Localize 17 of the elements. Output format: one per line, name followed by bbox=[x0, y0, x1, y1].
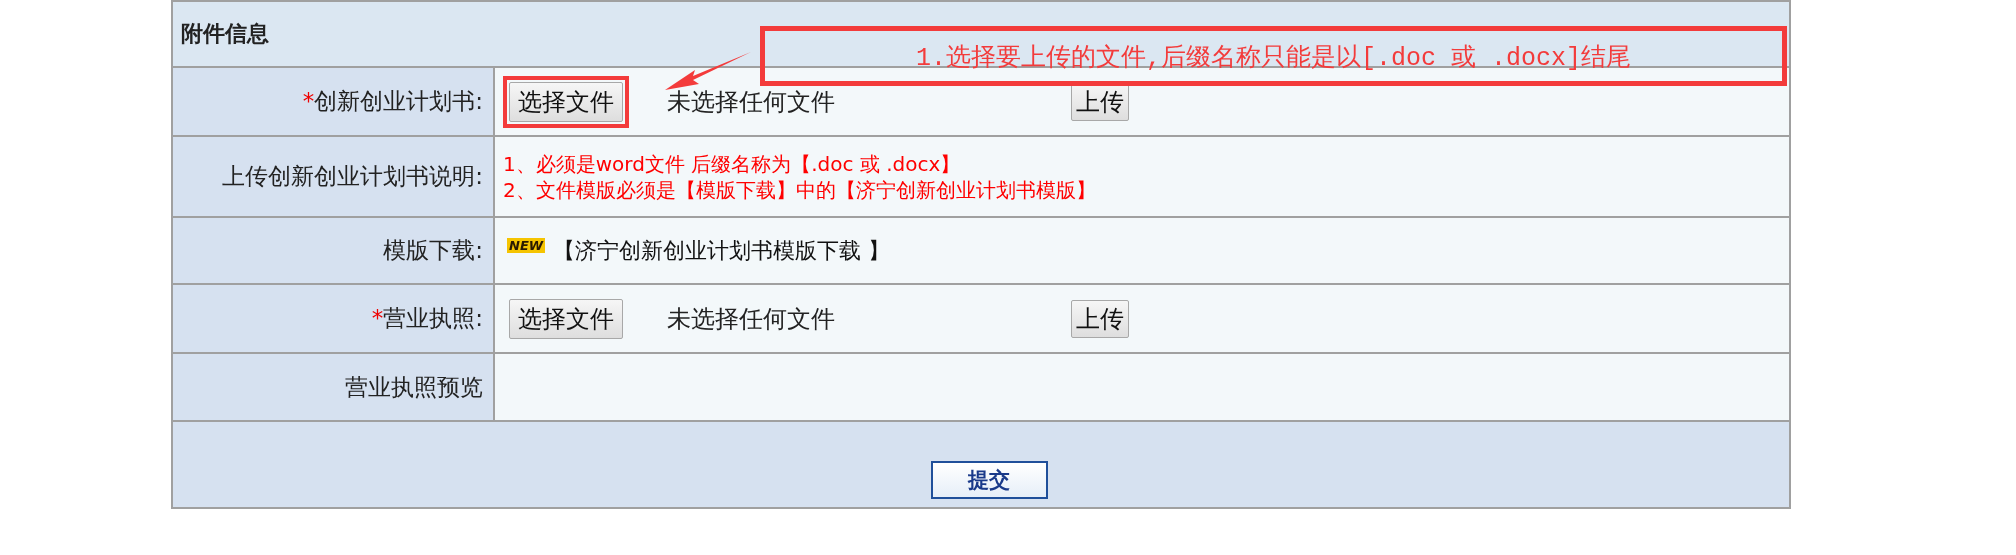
choose-file-button[interactable]: 选择文件 bbox=[509, 298, 623, 339]
file-status: 未选择任何文件 bbox=[666, 86, 836, 118]
file-status: 未选择任何文件 bbox=[666, 303, 836, 335]
section-title: 附件信息 bbox=[181, 20, 269, 48]
upload-button[interactable]: 上传 bbox=[1071, 299, 1129, 338]
choose-file-button[interactable]: 选择文件 bbox=[509, 81, 623, 122]
field-label: 模版下载: bbox=[383, 236, 483, 265]
template-download-link[interactable]: 【济宁创新创业计划书模版下载 】 bbox=[553, 235, 891, 266]
field-label: *营业执照: bbox=[371, 304, 483, 333]
submit-button[interactable]: 提交 bbox=[930, 461, 1048, 499]
field-label: 上传创新创业计划书说明: bbox=[222, 162, 483, 191]
annotation-callout: 1.选择要上传的文件,后缀名称只能是以[.doc 或 .docx]结尾 bbox=[760, 26, 1787, 86]
field-label: 营业执照预览 bbox=[345, 372, 483, 402]
note-line: 2、文件模版必须是【模版下载】中的【济宁创新创业计划书模版】 bbox=[503, 176, 1096, 203]
new-badge: NEW bbox=[507, 238, 546, 253]
field-label: *创新创业计划书: bbox=[302, 87, 483, 116]
note-line: 1、必须是word文件 后缀名称为【.doc 或 .docx】 bbox=[503, 150, 962, 177]
